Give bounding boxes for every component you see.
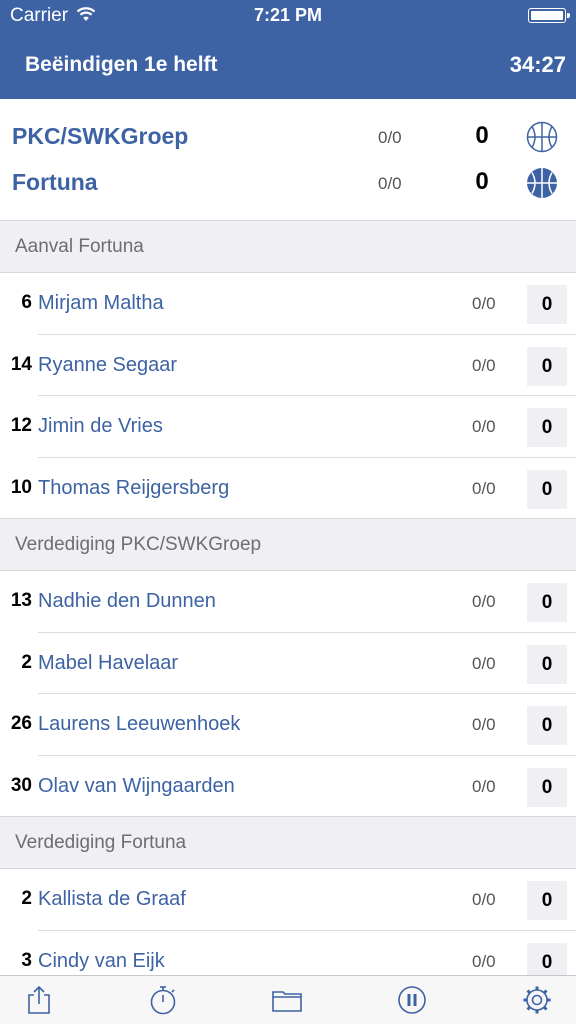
status-bar: Carrier 7:21 PM [0, 0, 576, 30]
player-row[interactable]: 2 Mabel Havelaar 0/0 0 [0, 632, 576, 694]
team-stat: 0/0 [378, 174, 402, 193]
team-score: 0 [475, 168, 489, 195]
basketball-filled-icon[interactable] [526, 167, 558, 199]
player-goals-button[interactable]: 0 [527, 469, 567, 509]
player-number: 6 [21, 292, 32, 313]
player-name: Cindy van Eijk [38, 949, 165, 972]
player-goals-button[interactable]: 0 [527, 767, 567, 807]
folder-icon[interactable] [271, 984, 303, 1016]
stopwatch-icon[interactable] [147, 984, 179, 1016]
player-goals-button[interactable]: 0 [527, 942, 567, 975]
player-list[interactable]: Aanval Fortuna 6 Mirjam Maltha 0/0 0 14 … [0, 221, 576, 975]
player-name: Jimin de Vries [38, 415, 163, 437]
player-row[interactable]: 26 Laurens Leeuwenhoek 0/0 0 [0, 694, 576, 756]
section-header-verdediging-pkc: Verdediging PKC/SWKGroep [0, 519, 576, 571]
player-stat: 0/0 [472, 478, 496, 498]
team-name: Fortuna [12, 169, 98, 195]
team-name: PKC/SWKGroep [12, 123, 189, 149]
end-half-button[interactable]: Beëindigen 1e helft [25, 53, 218, 77]
status-time: 7:21 PM [253, 5, 323, 25]
player-goals-button[interactable]: 0 [527, 346, 567, 386]
player-number: 2 [21, 651, 32, 673]
player-number: 3 [21, 949, 32, 971]
player-stat: 0/0 [472, 890, 496, 909]
game-clock[interactable]: 34:27 [510, 52, 566, 78]
player-goals-button[interactable]: 0 [527, 408, 567, 447]
player-row[interactable]: 30 Olav van Wijngaarden 0/0 0 [0, 755, 576, 817]
player-goals-button[interactable]: 0 [527, 706, 567, 745]
player-row[interactable]: 12 Jimin de Vries 0/0 0 [0, 396, 576, 458]
team-row-away[interactable]: Fortuna 0/0 0 [0, 160, 576, 206]
player-name: Laurens Leeuwenhoek [38, 713, 241, 735]
section-header-verdediging-fortuna: Verdediging Fortuna [0, 817, 576, 869]
player-stat: 0/0 [472, 417, 496, 436]
player-goals-button[interactable]: 0 [527, 881, 567, 920]
player-number: 2 [21, 888, 32, 909]
player-number: 26 [10, 713, 32, 734]
player-row[interactable]: 2 Kallista de Graaf 0/0 0 [0, 869, 576, 931]
player-goals-button[interactable]: 0 [527, 583, 567, 622]
player-row[interactable]: 13 Nadhie den Dunnen 0/0 0 [0, 571, 576, 633]
player-row[interactable]: 14 Ryanne Segaar 0/0 0 [0, 334, 576, 396]
team-score: 0 [475, 122, 489, 149]
section-header-aanval-fortuna: Aanval Fortuna [0, 221, 576, 273]
team-scoreboard: PKC/SWKGroep 0/0 0 Fortuna 0/0 0 [0, 99, 576, 221]
share-icon[interactable] [23, 984, 55, 1016]
battery-icon [528, 8, 570, 23]
player-row[interactable]: 10 Thomas Reijgersberg 0/0 0 [0, 457, 576, 519]
player-goals-button[interactable]: 0 [527, 285, 567, 324]
player-stat: 0/0 [472, 653, 496, 673]
player-name: Olav van Wijngaarden [38, 774, 235, 797]
player-name: Kallista de Graaf [38, 888, 186, 910]
player-name: Mirjam Maltha [38, 292, 164, 314]
tab-bar [0, 975, 576, 1024]
player-row[interactable]: 6 Mirjam Maltha 0/0 0 [0, 273, 576, 335]
player-stat: 0/0 [472, 715, 496, 734]
player-stat: 0/0 [472, 776, 496, 796]
settings-gear-icon[interactable] [521, 984, 553, 1016]
player-name: Ryanne Segaar [38, 353, 177, 376]
player-number: 13 [10, 590, 32, 611]
player-name: Mabel Havelaar [38, 651, 179, 674]
player-number: 14 [10, 353, 32, 375]
pause-icon[interactable] [396, 984, 428, 1016]
player-name: Thomas Reijgersberg [38, 476, 230, 499]
player-stat: 0/0 [472, 592, 496, 611]
player-stat: 0/0 [472, 294, 496, 313]
player-goals-button[interactable]: 0 [527, 644, 567, 684]
player-stat: 0/0 [472, 355, 496, 375]
basketball-outline-icon[interactable] [526, 121, 558, 153]
player-name: Nadhie den Dunnen [38, 590, 216, 612]
player-number: 10 [10, 476, 32, 498]
player-number: 12 [10, 415, 32, 436]
player-number: 30 [10, 774, 32, 796]
nav-bar: Beëindigen 1e helft 34:27 [0, 30, 576, 99]
player-row[interactable]: 3 Cindy van Eijk 0/0 0 [0, 930, 576, 975]
team-row-home[interactable]: PKC/SWKGroep 0/0 0 [0, 114, 576, 160]
team-stat: 0/0 [378, 128, 402, 147]
player-stat: 0/0 [472, 951, 496, 971]
